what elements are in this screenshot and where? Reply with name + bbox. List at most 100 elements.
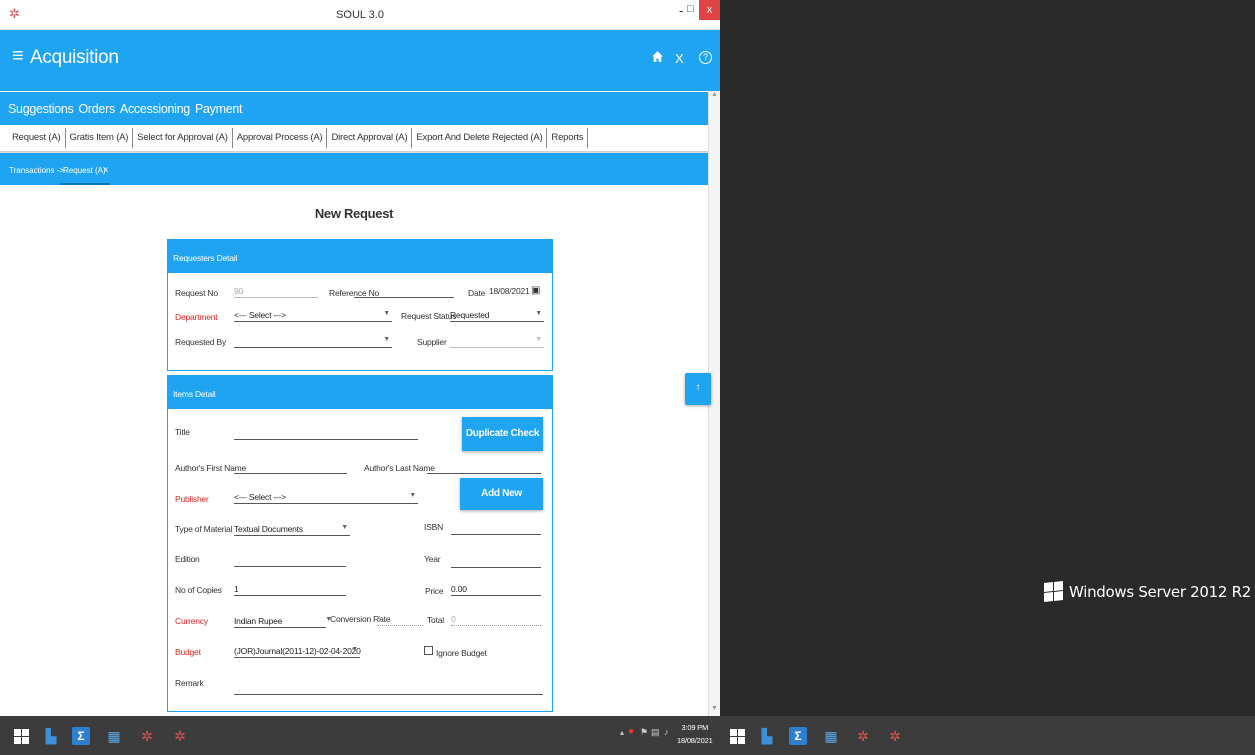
type-of-material-select[interactable]: Textual Documents ▼: [234, 520, 350, 536]
tab-direct-approval[interactable]: Direct Approval (A): [327, 128, 413, 148]
request-status-value: Requested: [450, 310, 490, 320]
sigma-app-icon[interactable]: Σ: [72, 727, 90, 745]
supplier-label: Supplier: [417, 337, 447, 347]
sigma-app-icon-secondary[interactable]: Σ: [789, 727, 807, 745]
sub-tabs: Request (A) Gratis Item (A) Select for A…: [0, 125, 708, 152]
task-manager-icon-secondary[interactable]: ▦: [820, 725, 842, 747]
panel-title: Requesters Detail: [168, 240, 552, 273]
soul-app-icon[interactable]: ✲: [136, 725, 158, 747]
server-manager-icon-secondary[interactable]: ▙: [756, 725, 778, 747]
budget-select[interactable]: (JOR)Journal(2011-12)-02-04-2020 ▼: [234, 642, 361, 658]
request-status-select[interactable]: Requested ▼: [450, 306, 544, 322]
close-tab-icon[interactable]: x: [104, 165, 108, 174]
breadcrumb-current-tab[interactable]: Request (A): [63, 166, 106, 175]
department-label: Department: [175, 312, 218, 322]
clock-date: 18/08/2021: [677, 736, 713, 745]
no-of-copies-input[interactable]: 1: [234, 580, 346, 596]
ignore-budget-label: Ignore Budget: [436, 648, 487, 658]
soul-app-icon-active[interactable]: ✲: [169, 725, 191, 747]
close-module-icon[interactable]: X: [675, 51, 684, 66]
supplier-select[interactable]: ▼: [450, 332, 544, 348]
request-no-label: Request No: [175, 288, 218, 298]
request-status-label: Request Status: [401, 311, 457, 321]
breadcrumb-root[interactable]: Transactions ->: [9, 166, 64, 175]
soul-app-icon-secondary-2[interactable]: ✲: [884, 725, 906, 747]
edition-input[interactable]: [234, 551, 346, 567]
desktop-background: [720, 0, 1255, 716]
tab-export-delete-rejected[interactable]: Export And Delete Rejected (A): [412, 128, 548, 148]
price-input[interactable]: 0.00: [451, 580, 541, 596]
menu-item-payment[interactable]: Payment: [195, 102, 243, 116]
budget-value: (JOR)Journal(2011-12)-02-04-2020: [234, 646, 361, 656]
author-first-name-input[interactable]: [234, 458, 347, 474]
tray-network-icon[interactable]: ▤: [651, 727, 660, 738]
requested-by-label: Requested By: [175, 337, 226, 347]
requested-by-select[interactable]: ▼: [234, 332, 392, 348]
add-new-publisher-button[interactable]: Add New Publisher: [460, 478, 543, 531]
scroll-up-icon[interactable]: ▲: [711, 91, 718, 98]
department-value: <--- Select --->: [234, 310, 287, 320]
start-icon[interactable]: [10, 725, 32, 747]
author-last-name-input[interactable]: [427, 458, 541, 474]
tab-request[interactable]: Request (A): [8, 128, 66, 148]
minimize-button[interactable]: -: [679, 3, 683, 18]
hamburger-menu-icon[interactable]: ≡: [12, 46, 24, 66]
main-menu: Suggestions Orders Accessioning Payment: [0, 91, 708, 125]
tray-volume-icon[interactable]: ♪: [664, 727, 669, 737]
scroll-down-icon[interactable]: ▼: [711, 705, 718, 712]
tab-reports[interactable]: Reports: [547, 128, 589, 148]
close-window-button[interactable]: x: [699, 0, 720, 20]
conversion-rate-input[interactable]: 1: [377, 610, 423, 626]
tab-approval-process[interactable]: Approval Process (A): [233, 128, 328, 148]
date-input[interactable]: 18/08/2021: [489, 286, 530, 296]
menu-item-suggestions[interactable]: Suggestions: [8, 102, 74, 116]
title-input[interactable]: [234, 424, 418, 440]
remark-input[interactable]: [234, 679, 543, 695]
tab-gratis-item[interactable]: Gratis Item (A): [66, 128, 134, 148]
tray-alert-icon[interactable]: ●: [628, 726, 634, 737]
tray-flag-icon[interactable]: ⚑: [640, 727, 648, 738]
page-title: New Request: [314, 206, 394, 221]
help-icon[interactable]: ?: [699, 51, 712, 64]
windows-server-text: Windows Server 2012 R2: [1069, 582, 1251, 601]
taskbar-clock[interactable]: 3:09 PM 18/08/2021: [677, 721, 713, 747]
department-select[interactable]: <--- Select ---> ▼: [234, 306, 392, 322]
content-area: Suggestions Orders Accessioning Payment …: [0, 91, 708, 716]
title-label: Title: [175, 427, 190, 437]
edition-label: Edition: [175, 554, 200, 564]
maximize-button[interactable]: □: [687, 3, 694, 15]
publisher-select[interactable]: <--- Select ---> ▼: [234, 488, 418, 504]
chevron-down-icon: ▼: [383, 336, 390, 343]
tab-select-for-approval[interactable]: Select for Approval (A): [133, 128, 233, 148]
currency-select[interactable]: Indian Rupee ▼: [234, 612, 332, 628]
isbn-input[interactable]: [451, 519, 541, 535]
calendar-icon[interactable]: ▣: [531, 285, 540, 296]
ignore-budget-checkbox[interactable]: [424, 646, 433, 655]
year-label: Year: [424, 554, 441, 564]
app-window: ✲ SOUL 3.0 - □ x ≡ Acquisition X ? Sugge…: [0, 0, 720, 716]
taskbar: ▙ Σ ▦ ✲ ✲ ▴ ● ⚑ ▤ ♪ ▙ Σ ▦ ✲ ✲: [0, 716, 1255, 755]
date-label: Date: [468, 288, 486, 298]
price-label: Price: [425, 586, 444, 596]
clock-time: 3:09 PM: [681, 723, 709, 732]
chevron-down-icon: ▼: [535, 336, 542, 343]
scroll-to-top-button[interactable]: ↑: [685, 373, 711, 405]
year-input[interactable]: [451, 552, 541, 568]
duplicate-check-button[interactable]: Duplicate Check: [462, 417, 543, 451]
module-title: Acquisition: [30, 47, 119, 68]
soul-app-icon-secondary[interactable]: ✲: [852, 725, 874, 747]
breadcrumb: Transactions -> Request (A) x: [0, 152, 708, 185]
tray-expand-icon[interactable]: ▴: [620, 728, 624, 737]
menu-item-orders[interactable]: Orders: [79, 102, 116, 116]
home-icon[interactable]: [651, 50, 664, 66]
task-manager-icon[interactable]: ▦: [103, 725, 125, 747]
request-no-field: 90: [234, 282, 318, 298]
start-icon-secondary[interactable]: [726, 725, 748, 747]
author-last-name-label: Author's Last Name: [364, 463, 435, 473]
type-of-material-label: Type of Material: [175, 524, 233, 534]
chevron-down-icon: ▼: [383, 310, 390, 317]
menu-item-accessioning[interactable]: Accessioning: [120, 102, 190, 116]
reference-no-input[interactable]: [354, 282, 454, 298]
server-manager-icon[interactable]: ▙: [40, 725, 62, 747]
isbn-label: ISBN: [424, 522, 444, 532]
